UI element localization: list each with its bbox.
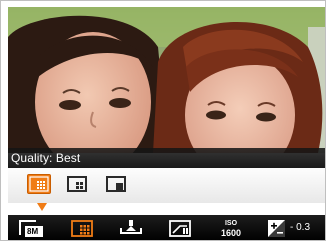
camera-screen: Quality: Best 8M ISO 1600 - 0.3 [0,0,326,241]
quality-best-option[interactable] [27,174,51,194]
menu-item-image-size[interactable]: 8M [16,217,46,239]
exposure-value: - 0.3 [290,222,311,233]
quality-title: Quality: Best [11,151,81,165]
quality-options [8,168,325,203]
metering-icon [169,220,191,237]
exposure-compensation-icon [268,220,285,237]
menu-item-white-balance[interactable] [118,217,144,239]
image-size-label: 8M [27,227,39,236]
quality-good-option[interactable] [105,174,129,194]
menu-item-quality[interactable] [70,217,96,239]
selection-pointer-icon [37,203,47,211]
menu-item-metering[interactable] [168,217,194,239]
quality-good-icon [106,176,126,192]
quality-better-icon [67,176,87,192]
quality-best-icon [71,220,93,237]
quality-better-option[interactable] [66,174,90,194]
viewfinder [8,7,325,153]
viewfinder-photo [8,7,325,153]
iso-label: ISO [224,220,238,227]
menu-item-iso[interactable]: ISO 1600 [216,217,246,239]
menu-bar: 8M ISO 1600 - 0.3 [8,215,325,240]
quality-best-icon [27,174,51,194]
menu-item-exposure[interactable]: - 0.3 [266,217,324,239]
white-balance-icon [120,220,142,234]
iso-value: 1600 [220,228,242,238]
